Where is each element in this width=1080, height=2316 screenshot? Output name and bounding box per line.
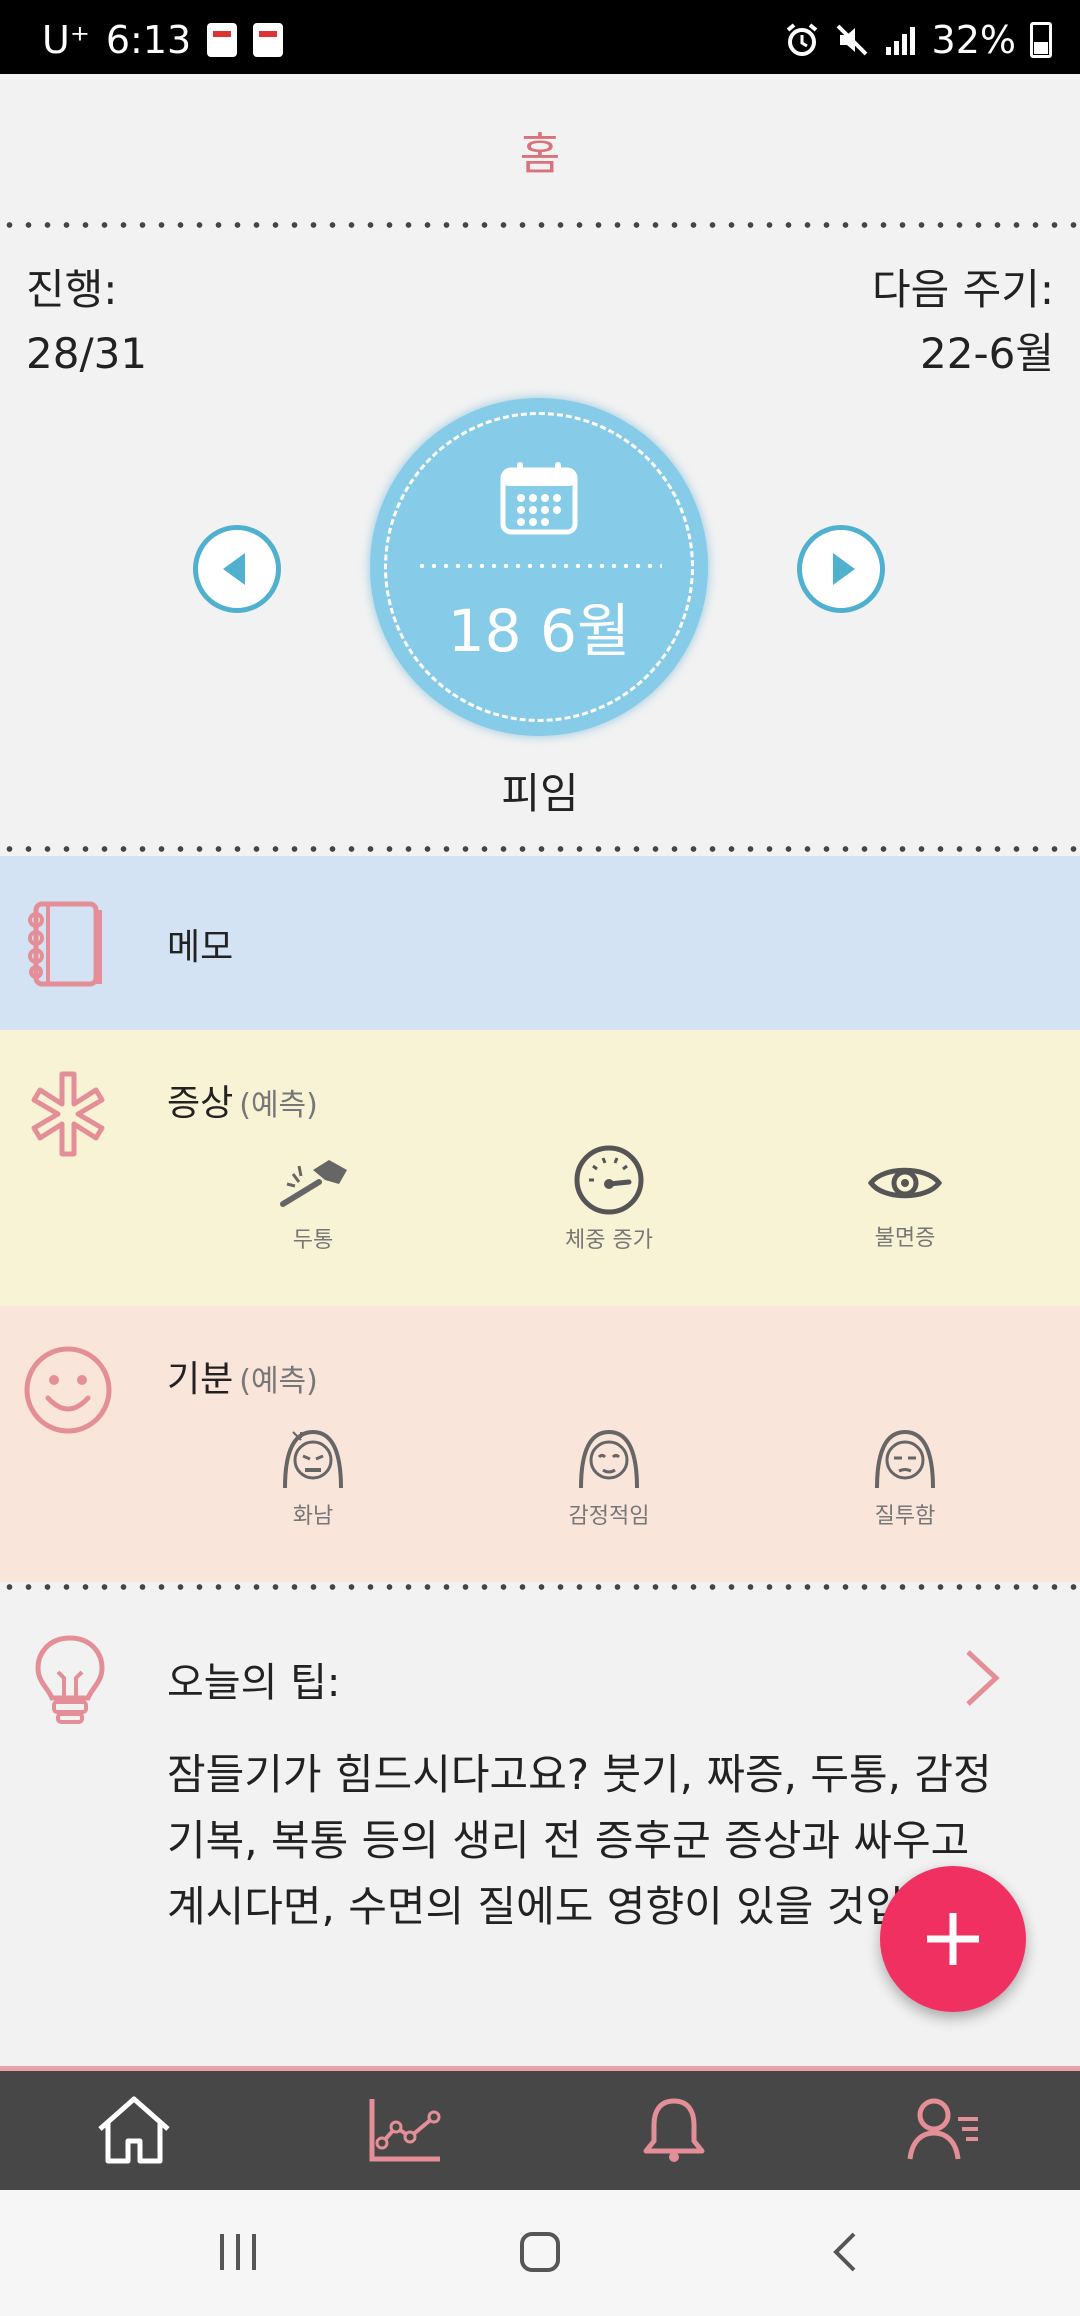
tip-title: 오늘의 팁: bbox=[167, 1660, 341, 1706]
profile-icon[interactable] bbox=[904, 2095, 984, 2165]
system-navigation-bar bbox=[0, 2190, 1080, 2316]
battery-icon bbox=[1030, 22, 1052, 58]
symptoms-title: 증상 (예측) bbox=[167, 1083, 318, 1124]
notebook-icon bbox=[28, 901, 102, 987]
cycle-phase: 피임 bbox=[501, 769, 579, 818]
recent-apps-icon[interactable] bbox=[216, 2230, 260, 2274]
mood-angry[interactable]: 화남 bbox=[213, 1424, 413, 1530]
symptom-weight-gain[interactable]: 체중 증가 bbox=[509, 1144, 709, 1254]
hammer-headache-icon bbox=[280, 1160, 347, 1207]
symptom-insomnia[interactable]: 불면증 bbox=[805, 1152, 1005, 1252]
dotted-divider bbox=[0, 846, 1080, 852]
asterisk-icon bbox=[31, 1071, 105, 1157]
memo-row[interactable]: 메모 bbox=[0, 856, 1080, 1030]
chevron-left-icon bbox=[223, 553, 245, 585]
dotted-divider bbox=[0, 1584, 1080, 1590]
home-button-icon[interactable] bbox=[518, 2230, 562, 2274]
alarm-icon bbox=[786, 23, 817, 56]
plus-icon bbox=[927, 1913, 979, 1965]
symptoms-section[interactable]: 증상 (예측) 두통 체중 증가 불면증 bbox=[0, 1030, 1080, 1306]
progress-label: 진행: bbox=[26, 265, 118, 314]
chart-icon[interactable] bbox=[364, 2095, 444, 2165]
date-circle[interactable]: 18 6월 bbox=[370, 398, 708, 736]
next-cycle-value: 22-6월 bbox=[920, 329, 1054, 378]
home-icon[interactable] bbox=[94, 2095, 174, 2165]
calendar-icon bbox=[500, 462, 578, 535]
progress-info: 진행: 28/31 bbox=[26, 258, 147, 386]
emotional-face-icon bbox=[579, 1429, 639, 1489]
next-cycle-info: 다음 주기: 22-6월 bbox=[872, 258, 1054, 386]
status-time: 6:13 bbox=[105, 18, 192, 62]
bottom-tab-bar bbox=[0, 2066, 1080, 2190]
notification-app-icon bbox=[207, 23, 238, 57]
previous-day-button[interactable] bbox=[193, 525, 281, 613]
add-button[interactable] bbox=[880, 1866, 1026, 2012]
progress-value: 28/31 bbox=[26, 329, 148, 378]
jealous-face-icon bbox=[875, 1429, 935, 1489]
symptom-headache[interactable]: 두통 bbox=[213, 1154, 413, 1254]
chevron-right-icon[interactable] bbox=[962, 1648, 1002, 1708]
mood-emotional[interactable]: 감정적임 bbox=[509, 1424, 709, 1530]
page-header: 홈 bbox=[0, 74, 1080, 224]
scale-gauge-icon bbox=[574, 1145, 644, 1215]
lightbulb-icon bbox=[35, 1635, 105, 1724]
next-cycle-label: 다음 주기: bbox=[871, 265, 1054, 314]
mute-icon bbox=[836, 24, 867, 56]
carrier-label: U⁺ bbox=[42, 18, 90, 62]
chevron-right-icon bbox=[833, 553, 855, 585]
current-date: 18 6월 bbox=[447, 597, 631, 665]
signal-icon bbox=[885, 27, 915, 55]
mood-title: 기분 (예측) bbox=[167, 1359, 318, 1400]
mood-section[interactable]: 기분 (예측) 화남 감정적임 질투함 bbox=[0, 1306, 1080, 1582]
eye-icon bbox=[867, 1167, 943, 1199]
date-separator bbox=[416, 564, 662, 568]
memo-label: 메모 bbox=[167, 927, 234, 968]
angry-face-icon bbox=[283, 1429, 343, 1489]
tip-text: 잠들기가 힘드시다고요? 붓기, 짜증, 두통, 감정 기복, 복통 등의 생리… bbox=[167, 1750, 995, 1931]
back-icon[interactable] bbox=[824, 2230, 868, 2274]
page-title: 홈 bbox=[519, 129, 561, 180]
next-day-button[interactable] bbox=[797, 525, 885, 613]
dotted-divider bbox=[0, 222, 1080, 228]
mood-jealous[interactable]: 질투함 bbox=[805, 1424, 1005, 1530]
battery-percent: 32% bbox=[931, 18, 1016, 62]
smiley-icon bbox=[24, 1346, 112, 1434]
notification-app-icon bbox=[253, 23, 284, 57]
bell-icon[interactable] bbox=[634, 2095, 714, 2165]
status-bar: U⁺ 6:13 32% bbox=[0, 0, 1080, 74]
